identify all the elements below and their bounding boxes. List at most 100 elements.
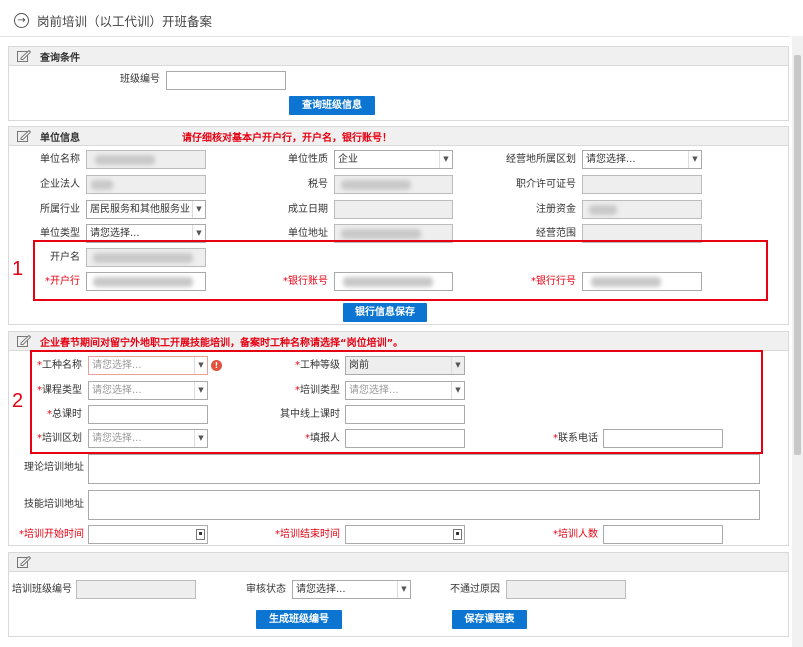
course-type-label-text: 课程类型 <box>42 385 82 396</box>
found-date-label: 成立日期 <box>288 204 328 215</box>
license-field <box>582 175 702 194</box>
unit-nature-label: 单位性质 <box>288 154 328 165</box>
legal-label: 企业法人 <box>40 179 80 190</box>
calendar-icon[interactable]: ▪ <box>453 529 462 540</box>
train-type-value: 请您选择... <box>349 385 399 396</box>
chevron-down-icon: ▼ <box>397 581 410 598</box>
theory-addr-input[interactable] <box>88 454 760 484</box>
edit-icon <box>17 49 32 62</box>
training-warning: 企业春节期间对留宁外地职工开展技能培训，备案时工种名称请选择“岗位培训”。 <box>40 337 404 349</box>
capital-field <box>582 200 702 219</box>
reporter-label: *填报人 <box>305 433 340 444</box>
account-name-label: 开户名 <box>50 252 80 263</box>
save-schedule-button[interactable]: 保存课程表 <box>452 610 527 629</box>
chevron-down-icon: ▼ <box>192 201 205 218</box>
job-level-label-text: 工种等级 <box>300 360 340 371</box>
audit-section-header <box>8 552 789 572</box>
job-level-select[interactable]: 岗前 ▼ <box>345 356 465 375</box>
account-name-field <box>86 248 206 267</box>
region-value: 请您选择... <box>586 154 636 165</box>
bank-code-label: *银行行号 <box>531 276 576 287</box>
phone-label-text: 联系电话 <box>558 433 598 444</box>
generate-class-no-button[interactable]: 生成班级编号 <box>256 610 342 629</box>
save-bank-button[interactable]: 银行信息保存 <box>343 303 427 322</box>
chevron-down-icon: ▼ <box>439 151 452 168</box>
phone-input[interactable] <box>603 429 723 448</box>
skill-addr-label: 技能培训地址 <box>24 499 84 510</box>
found-date-field <box>334 200 453 219</box>
query-section-header: 查询条件 <box>8 46 789 66</box>
chevron-down-icon: ▼ <box>194 382 207 399</box>
chevron-down-icon: ▼ <box>194 357 207 374</box>
start-date-label: *培训开始时间 <box>19 529 84 540</box>
edit-icon <box>17 334 32 347</box>
online-hours-label: 其中线上课时 <box>280 409 340 420</box>
train-class-no-label: 培训班级编号 <box>12 584 72 595</box>
unit-nature-value: 企业 <box>338 154 358 165</box>
course-type-label: *课程类型 <box>37 385 82 396</box>
chevron-down-icon: ▼ <box>688 151 701 168</box>
train-type-select[interactable]: 请您选择... ▼ <box>345 381 465 400</box>
reporter-input[interactable] <box>345 429 465 448</box>
tax-field <box>334 175 453 194</box>
training-section-header: 企业春节期间对留宁外地职工开展技能培训，备案时工种名称请选择“岗位培训”。 <box>8 331 789 351</box>
reject-reason-label: 不通过原因 <box>450 584 500 595</box>
section-title: 查询条件 <box>40 52 80 64</box>
reject-reason-field <box>506 580 626 599</box>
train-class-no-field <box>76 580 196 599</box>
theory-addr-label: 理论培训地址 <box>24 462 84 473</box>
job-level-value: 岗前 <box>349 360 369 371</box>
error-icon: ! <box>211 360 222 371</box>
reporter-label-text: 填报人 <box>310 433 340 444</box>
bank-input[interactable] <box>86 272 206 291</box>
job-name-value: 请您选择... <box>92 360 142 371</box>
legal-field <box>86 175 206 194</box>
start-date-input[interactable]: ▪ <box>88 525 208 544</box>
audit-status-value: 请您选择... <box>296 584 346 595</box>
arrow-right-circle-icon[interactable]: → <box>14 12 29 28</box>
district-label: *培训区划 <box>37 433 82 444</box>
end-date-label: *培训结束时间 <box>275 529 340 540</box>
chevron-down-icon: ▼ <box>451 382 464 399</box>
chevron-down-icon: ▼ <box>451 357 464 374</box>
count-input[interactable] <box>603 525 723 544</box>
train-type-label-text: 培训类型 <box>300 385 340 396</box>
account-no-input[interactable] <box>334 272 453 291</box>
district-label-text: 培训区划 <box>42 433 82 444</box>
end-date-input[interactable]: ▪ <box>345 525 465 544</box>
audit-status-select[interactable]: 请您选择... ▼ <box>292 580 411 599</box>
skill-addr-input[interactable] <box>88 490 760 520</box>
online-hours-input[interactable] <box>345 405 465 424</box>
class-no-label: 班级编号 <box>120 74 160 85</box>
page-header: → 岗前培训（以工代训）开班备案 <box>14 8 212 32</box>
tax-label: 税号 <box>308 179 328 190</box>
edit-icon <box>17 555 32 568</box>
unit-name-label: 单位名称 <box>40 154 80 165</box>
unit-name-field <box>86 150 206 169</box>
calendar-icon[interactable]: ▪ <box>196 529 205 540</box>
region-select[interactable]: 请您选择... ▼ <box>582 150 702 169</box>
course-type-value: 请您选择... <box>92 385 142 396</box>
scrollbar-thumb[interactable] <box>794 55 801 455</box>
district-select[interactable]: 请您选择... ▼ <box>88 429 208 448</box>
job-name-select[interactable]: 请您选择... ▼ <box>88 356 208 375</box>
job-level-label: *工种等级 <box>295 360 340 371</box>
search-class-button[interactable]: 查询班级信息 <box>289 96 375 115</box>
divider <box>0 36 790 37</box>
total-hours-label: *总课时 <box>47 409 82 420</box>
class-no-input[interactable] <box>166 71 286 90</box>
industry-select[interactable]: 居民服务和其他服务业 ▼ <box>86 200 206 219</box>
section-title: 单位信息 <box>40 132 80 144</box>
total-hours-input[interactable] <box>88 405 208 424</box>
bank-code-input[interactable] <box>582 272 702 291</box>
chevron-down-icon: ▼ <box>194 430 207 447</box>
unit-nature-select[interactable]: 企业 ▼ <box>334 150 453 169</box>
edit-icon <box>17 129 32 142</box>
course-type-select[interactable]: 请您选择... ▼ <box>88 381 208 400</box>
industry-value: 居民服务和其他服务业 <box>90 204 190 215</box>
unit-type-value: 请您选择... <box>90 228 140 239</box>
job-name-label-text: 工种名称 <box>42 360 82 371</box>
train-type-label: *培训类型 <box>295 385 340 396</box>
count-label: *培训人数 <box>553 529 598 540</box>
unit-warning: 请仔细核对基本户开户行，开户名，银行账号！ <box>182 132 392 144</box>
